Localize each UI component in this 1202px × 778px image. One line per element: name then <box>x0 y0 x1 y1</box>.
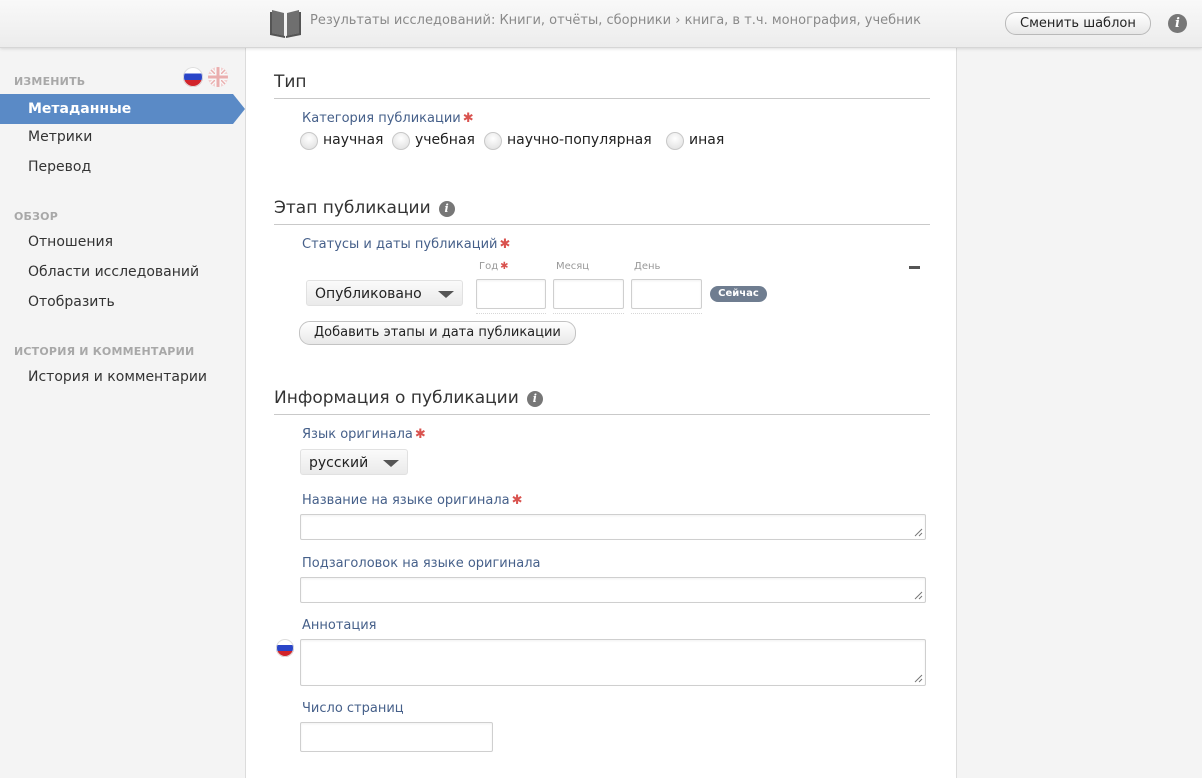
sidebar-item-translation[interactable]: Перевод <box>28 159 91 175</box>
year-underline <box>476 312 546 314</box>
required-asterisk-icon: ✱ <box>414 427 426 442</box>
radio-label-educational[interactable]: учебная <box>415 132 475 148</box>
section-title-stage: Этап публикации i <box>274 198 455 218</box>
info-icon[interactable]: i <box>1168 14 1187 33</box>
add-stage-button[interactable]: Добавить этапы и дата публикации <box>299 321 576 345</box>
radio-other[interactable] <box>666 132 684 150</box>
breadcrumb[interactable]: Результаты исследований: Книги, отчёты, … <box>310 13 921 28</box>
section-title-publication-info: Информация о публикации i <box>274 388 543 408</box>
field-label-title: Название на языке оригинала ✱ <box>302 493 523 508</box>
chevron-down-icon <box>383 460 399 467</box>
abstract-textarea[interactable] <box>300 639 926 686</box>
section-divider <box>274 224 930 225</box>
required-asterisk-icon: ✱ <box>511 493 523 508</box>
required-asterisk-icon: ✱ <box>499 237 511 252</box>
sidebar-item-research-areas[interactable]: Области исследований <box>28 264 199 280</box>
sidebar-item-metrics[interactable]: Метрики <box>28 129 92 145</box>
radio-educational[interactable] <box>392 132 410 150</box>
title-textarea[interactable] <box>300 514 926 540</box>
field-label-subtitle: Подзаголовок на языке оригинала <box>302 556 541 571</box>
required-asterisk-icon: ✱ <box>462 111 474 126</box>
required-asterisk-icon: ✱ <box>500 261 509 272</box>
year-input[interactable] <box>476 279 546 309</box>
section-divider <box>274 98 930 99</box>
subtitle-textarea[interactable] <box>300 577 926 603</box>
language-select[interactable]: русский <box>300 449 408 475</box>
sidebar: ИЗМЕНИТЬ Метаданные Метрики Перевод ОБЗО… <box>0 48 245 778</box>
sidebar-item-relations[interactable]: Отношения <box>28 234 113 250</box>
now-button[interactable]: Сейчас <box>710 286 767 302</box>
resize-grip-icon[interactable] <box>914 591 923 600</box>
section-divider <box>274 414 930 415</box>
radio-label-popular-science[interactable]: научно-популярная <box>507 132 652 148</box>
section-title-type: Тип <box>274 72 307 92</box>
info-icon[interactable]: i <box>438 201 455 217</box>
remove-stage-icon[interactable] <box>909 266 920 269</box>
sidebar-group-history: ИСТОРИЯ И КОММЕНТАРИИ <box>14 345 195 358</box>
status-select[interactable]: Опубликовано <box>306 280 463 306</box>
day-input[interactable] <box>631 279 702 309</box>
field-label-pages: Число страниц <box>302 701 404 716</box>
pages-input[interactable] <box>300 722 493 752</box>
info-icon[interactable]: i <box>526 391 543 407</box>
radio-popular-science[interactable] <box>484 132 502 150</box>
sidebar-item-display[interactable]: Отобразить <box>28 294 115 310</box>
uk-flag-icon[interactable] <box>208 67 228 87</box>
field-label-category: Категория публикации ✱ <box>302 111 474 126</box>
sidebar-group-overview: ОБЗОР <box>14 210 58 223</box>
field-label-language: Язык оригинала ✱ <box>302 427 426 442</box>
resize-grip-icon[interactable] <box>914 528 923 537</box>
field-label-statuses: Статусы и даты публикаций ✱ <box>302 237 511 252</box>
russia-flag-icon[interactable] <box>276 639 294 657</box>
month-input[interactable] <box>553 279 624 309</box>
day-underline <box>631 312 702 314</box>
month-underline <box>553 312 624 314</box>
active-item-pointer <box>233 94 245 124</box>
radio-label-scientific[interactable]: научная <box>323 132 383 148</box>
sidebar-group-edit: ИЗМЕНИТЬ <box>14 75 86 88</box>
field-label-abstract: Аннотация <box>302 618 377 633</box>
radio-scientific[interactable] <box>300 132 318 150</box>
change-template-button[interactable]: Сменить шаблон <box>1005 12 1151 35</box>
chevron-down-icon <box>438 291 454 298</box>
month-label: Месяц <box>556 261 590 272</box>
sidebar-item-metadata[interactable]: Метаданные <box>0 94 233 124</box>
radio-label-other[interactable]: иная <box>689 132 724 148</box>
year-label: Год ✱ <box>479 261 509 272</box>
russia-flag-icon[interactable] <box>183 67 203 87</box>
book-icon <box>270 10 301 38</box>
form-panel: Тип Категория публикации ✱ научная учебна… <box>245 48 957 778</box>
day-label: День <box>634 261 661 272</box>
sidebar-item-history[interactable]: История и комментарии <box>28 369 207 385</box>
top-bar: Результаты исследований: Книги, отчёты, … <box>0 0 1202 48</box>
resize-grip-icon[interactable] <box>914 674 923 683</box>
